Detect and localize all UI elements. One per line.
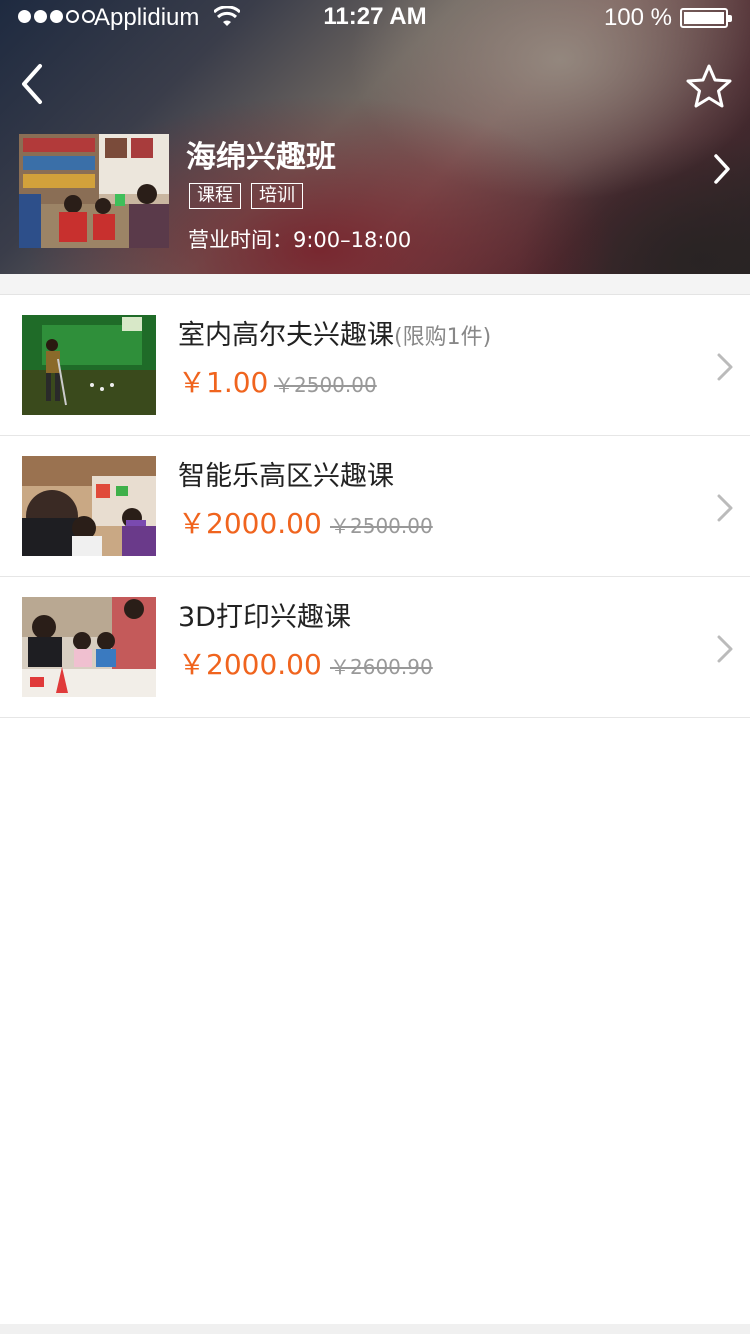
shop-tags: 课程 培训 — [189, 183, 303, 209]
tag-course: 课程 — [189, 183, 241, 209]
tag-training: 培训 — [251, 183, 303, 209]
product-price: ￥2000.00 — [178, 648, 322, 681]
product-title: 智能乐高区兴趣课 — [178, 461, 394, 492]
product-title: 3D打印兴趣课 — [178, 602, 351, 633]
chevron-right-icon — [717, 494, 733, 522]
list-item[interactable]: 3D打印兴趣课 ￥2000.00 ￥2600.90 — [0, 577, 750, 718]
list-item[interactable]: 智能乐高区兴趣课 ￥2000.00 ￥2500.00 — [0, 436, 750, 577]
product-image-3d-printing — [22, 597, 156, 697]
section-divider — [0, 274, 750, 295]
product-image-golf — [22, 315, 156, 415]
battery-percentage: 100 % — [603, 4, 672, 31]
shop-header: Applidium 11:27 AM 100 % 海绵兴趣班 课程 培训 营业时… — [0, 0, 750, 274]
status-bar: Applidium 11:27 AM 100 % — [0, 0, 750, 40]
original-price: ￥2500.00 — [274, 373, 377, 397]
original-price: ￥2600.90 — [330, 655, 433, 679]
shop-detail-chevron-icon[interactable] — [708, 150, 736, 188]
product-list: 室内高尔夫兴趣课(限购1件) ￥1.00 ￥2500.00 智能乐高区兴趣课 ￥… — [0, 295, 750, 718]
product-image-lego — [22, 456, 156, 556]
shop-photo — [19, 134, 169, 248]
business-hours: 营业时间：9:00–18:00 — [188, 228, 412, 252]
favorite-star-icon[interactable] — [684, 62, 734, 112]
bottom-edge — [0, 1324, 750, 1334]
list-item[interactable]: 室内高尔夫兴趣课(限购1件) ￥1.00 ￥2500.00 — [0, 295, 750, 436]
shop-name: 海绵兴趣班 — [186, 140, 336, 175]
chevron-right-icon — [717, 635, 733, 663]
purchase-limit-note: (限购1件) — [394, 325, 492, 350]
back-button[interactable] — [14, 60, 54, 108]
battery-icon — [680, 8, 732, 28]
product-price: ￥1.00 — [178, 366, 269, 399]
chevron-right-icon — [717, 353, 733, 381]
original-price: ￥2500.00 — [330, 514, 433, 538]
product-title: 室内高尔夫兴趣课(限购1件) — [178, 320, 492, 351]
product-price: ￥2000.00 — [178, 507, 322, 540]
